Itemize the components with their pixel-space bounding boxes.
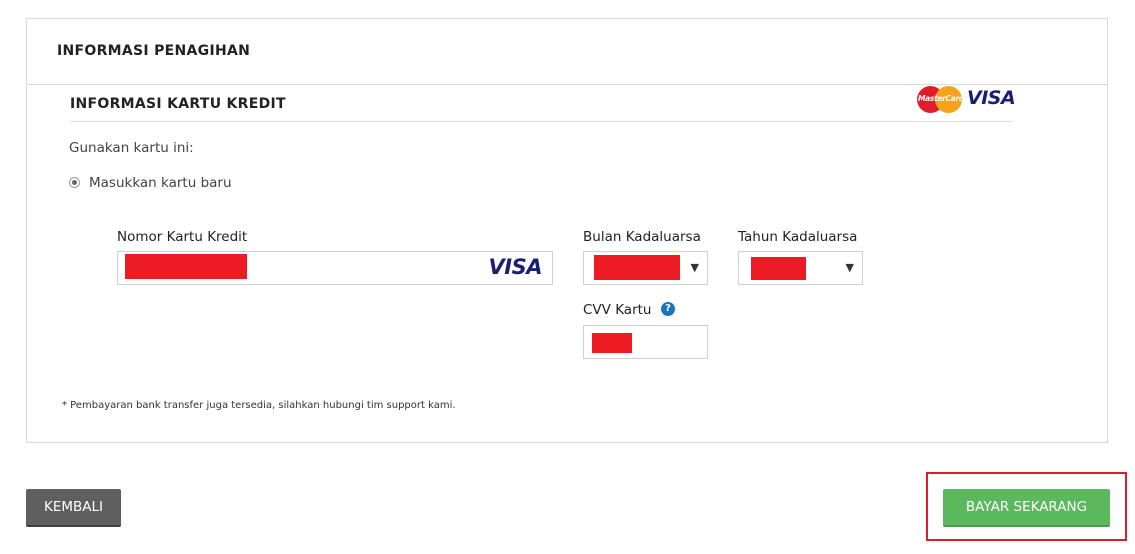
card-number-label: Nomor Kartu Kredit <box>117 229 248 245</box>
credit-card-section-title: INFORMASI KARTU KREDIT <box>70 96 286 112</box>
expiry-year-label: Tahun Kadaluarsa <box>738 229 858 245</box>
cvv-input[interactable] <box>583 325 708 359</box>
visa-brand-icon: VISA <box>488 255 543 279</box>
expiry-year-select[interactable]: ▼ <box>738 251 863 285</box>
expiry-month-select[interactable]: ▼ <box>583 251 708 285</box>
new-card-radio-label[interactable]: Masukkan kartu baru <box>89 175 232 191</box>
mastercard-logo: MasterCard <box>917 86 964 114</box>
question-circle-icon[interactable]: ? <box>661 302 675 316</box>
pay-now-button[interactable]: BAYAR SEKARANG <box>943 489 1110 527</box>
card-number-input[interactable]: VISA <box>117 251 553 285</box>
bank-transfer-footnote: * Pembayaran bank transfer juga tersedia… <box>62 400 456 411</box>
redacted-expiry-month <box>594 255 680 280</box>
redacted-card-number <box>125 254 247 279</box>
mastercard-logo-text: MasterCard <box>918 94 964 103</box>
accepted-card-logos: MasterCard VISA <box>917 85 1017 115</box>
redacted-expiry-year <box>751 257 806 280</box>
section-divider <box>70 121 1013 122</box>
back-button[interactable]: KEMBALI <box>26 489 121 527</box>
visa-logo: VISA <box>967 87 1016 109</box>
cvv-label: CVV Kartu <box>583 302 652 318</box>
redacted-cvv <box>592 333 632 353</box>
billing-title: INFORMASI PENAGIHAN <box>57 43 251 59</box>
triangle-down-icon: ▼ <box>845 261 854 274</box>
expiry-month-label: Bulan Kadaluarsa <box>583 229 701 245</box>
billing-panel-header: INFORMASI PENAGIHAN <box>27 19 1107 85</box>
use-card-label: Gunakan kartu ini: <box>69 140 194 156</box>
triangle-down-icon: ▼ <box>690 261 699 274</box>
radio-selected-icon[interactable] <box>69 177 80 188</box>
